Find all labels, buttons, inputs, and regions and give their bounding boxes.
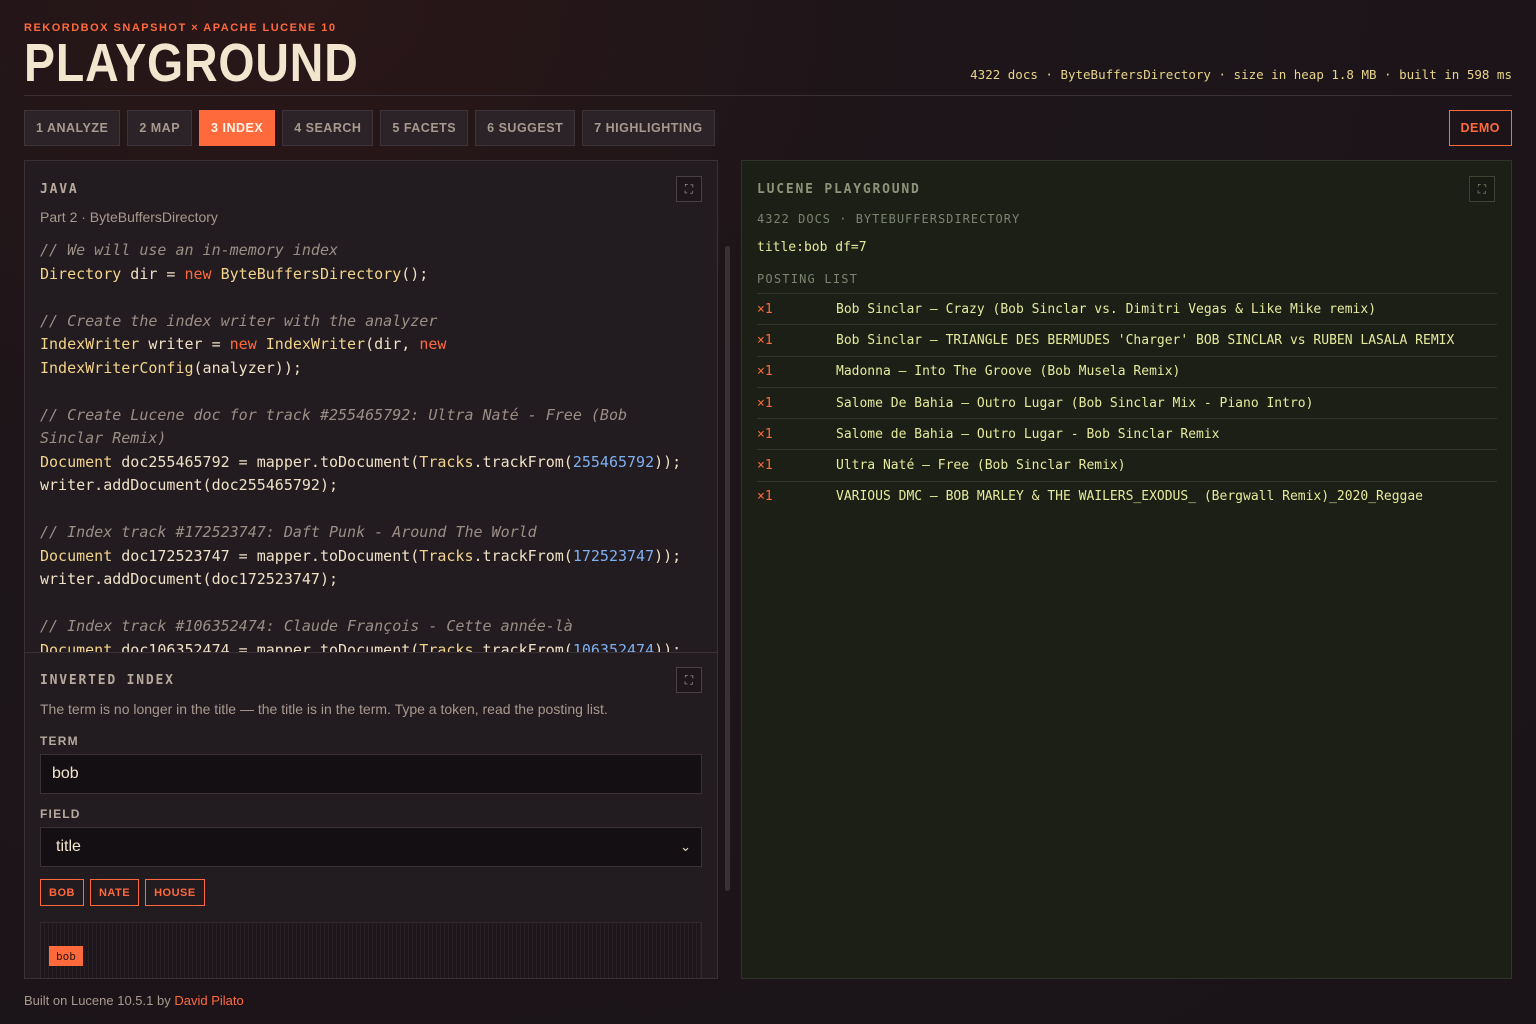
field-select[interactable]: title ⌄ xyxy=(40,827,702,867)
posting-title: Salome de Bahia — Outro Lugar - Bob Sinc… xyxy=(836,426,1220,442)
chip-bob[interactable]: BOB xyxy=(40,879,84,906)
field-label: FIELD xyxy=(40,807,81,821)
page-title: PLAYGROUND xyxy=(24,33,359,93)
chip-nate[interactable]: NATE xyxy=(89,879,140,906)
inverted-index-description: The term is no longer in the title — the… xyxy=(40,701,608,717)
field-select-value: title xyxy=(56,838,81,855)
tab-analyze[interactable]: 1 ANALYZE xyxy=(24,110,121,146)
posting-count: ×1 xyxy=(757,364,773,380)
posting-list: ×1 Bob Sinclar — Crazy (Bob Sinclar vs. D… xyxy=(757,293,1497,512)
expand-icon[interactable]: ⛶ xyxy=(676,176,702,202)
java-code: // We will use an in-memory index Direct… xyxy=(40,241,682,652)
posting-title: Ultra Naté — Free (Bob Sinclar Remix) xyxy=(836,458,1126,474)
posting-row[interactable]: ×1 Bob Sinclar — TRIANGLE DES BERMUDES 'C… xyxy=(757,324,1497,355)
footer-text: Built on Lucene 10.5.1 by xyxy=(24,993,175,1008)
playground-title: LUCENE PLAYGROUND xyxy=(757,182,921,197)
expand-icon[interactable]: ⛶ xyxy=(676,667,702,693)
chip-house[interactable]: HOUSE xyxy=(145,879,205,906)
posting-title: VARIOUS DMC — BOB MARLEY & THE WAILERS_E… xyxy=(836,489,1423,505)
tab-map[interactable]: 2 MAP xyxy=(127,110,193,146)
java-panel-title: JAVA xyxy=(40,182,79,197)
demo-button[interactable]: DEMO xyxy=(1448,110,1512,146)
posting-list-label: POSTING LIST xyxy=(757,272,859,286)
posting-count: ×1 xyxy=(757,458,773,474)
tab-search[interactable]: 4 SEARCH xyxy=(282,110,374,146)
posting-count: ×1 xyxy=(757,426,773,442)
posting-row[interactable]: ×1 Madonna — Into The Groove (Bob Musela … xyxy=(757,355,1497,387)
playground-subtitle: 4322 DOCS · BYTEBUFFERSDIRECTORY xyxy=(757,212,1021,226)
tab-facets[interactable]: 5 FACETS xyxy=(380,110,469,146)
posting-count: ×1 xyxy=(757,489,773,505)
panel-divider xyxy=(25,652,717,653)
posting-row[interactable]: ×1 Bob Sinclar — Crazy (Bob Sinclar vs. D… xyxy=(757,293,1497,324)
step-tabs: 1 ANALYZE 2 MAP 3 INDEX 4 SEARCH 5 FACET… xyxy=(24,110,715,146)
author-link[interactable]: David Pilato xyxy=(174,993,243,1008)
highlighted-term: bob xyxy=(49,946,83,966)
index-stats: 4322 docs · ByteBuffersDirectory · size … xyxy=(970,67,1512,82)
tab-suggest[interactable]: 6 SUGGEST xyxy=(475,110,576,146)
posting-title: Salome De Bahia — Outro Lugar (Bob Sincl… xyxy=(836,395,1314,411)
term-label: TERM xyxy=(40,734,79,748)
posting-count: ×1 xyxy=(757,332,773,348)
footer: Built on Lucene 10.5.1 by David Pilato xyxy=(24,993,244,1008)
expand-icon[interactable]: ⛶ xyxy=(1469,176,1495,202)
token-chips: BOB NATE HOUSE xyxy=(40,879,205,906)
chevron-down-icon: ⌄ xyxy=(680,839,691,854)
posting-title: Bob Sinclar — TRIANGLE DES BERMUDES 'Cha… xyxy=(836,332,1455,348)
tab-index[interactable]: 3 INDEX xyxy=(199,110,276,146)
posting-count: ×1 xyxy=(757,301,773,317)
term-input[interactable]: bob xyxy=(40,754,702,794)
tab-highlighting[interactable]: 7 HIGHLIGHTING xyxy=(582,110,715,146)
term-input-value: bob xyxy=(52,765,79,782)
posting-row[interactable]: ×1 Salome de Bahia — Outro Lugar - Bob Si… xyxy=(757,418,1497,449)
posting-count: ×1 xyxy=(757,395,773,411)
java-subtitle: Part 2 · ByteBuffersDirectory xyxy=(40,209,218,225)
posting-title: Bob Sinclar — Crazy (Bob Sinclar vs. Dim… xyxy=(836,301,1377,317)
page-header: REKORDBOX SNAPSHOT × APACHE LUCENE 10 PL… xyxy=(24,18,1512,96)
java-panel: JAVA ⛶ Part 2 · ByteBuffersDirectory // … xyxy=(24,160,730,979)
query-summary: title:bob df=7 xyxy=(757,240,867,255)
term-dictionary-strip: bob xyxy=(40,922,702,978)
posting-title: Madonna — Into The Groove (Bob Musela Re… xyxy=(836,364,1181,380)
posting-row[interactable]: ×1 Ultra Naté — Free (Bob Sinclar Remix) xyxy=(757,449,1497,480)
lucene-playground-panel: LUCENE PLAYGROUND ⛶ 4322 DOCS · BYTEBUFF… xyxy=(741,160,1512,979)
inverted-index-title: INVERTED INDEX xyxy=(40,673,175,688)
scrollbar[interactable] xyxy=(725,246,730,891)
posting-row[interactable]: ×1 Salome De Bahia — Outro Lugar (Bob Sin… xyxy=(757,386,1497,418)
posting-row[interactable]: ×1 VARIOUS DMC — BOB MARLEY & THE WAILERS… xyxy=(757,480,1497,512)
